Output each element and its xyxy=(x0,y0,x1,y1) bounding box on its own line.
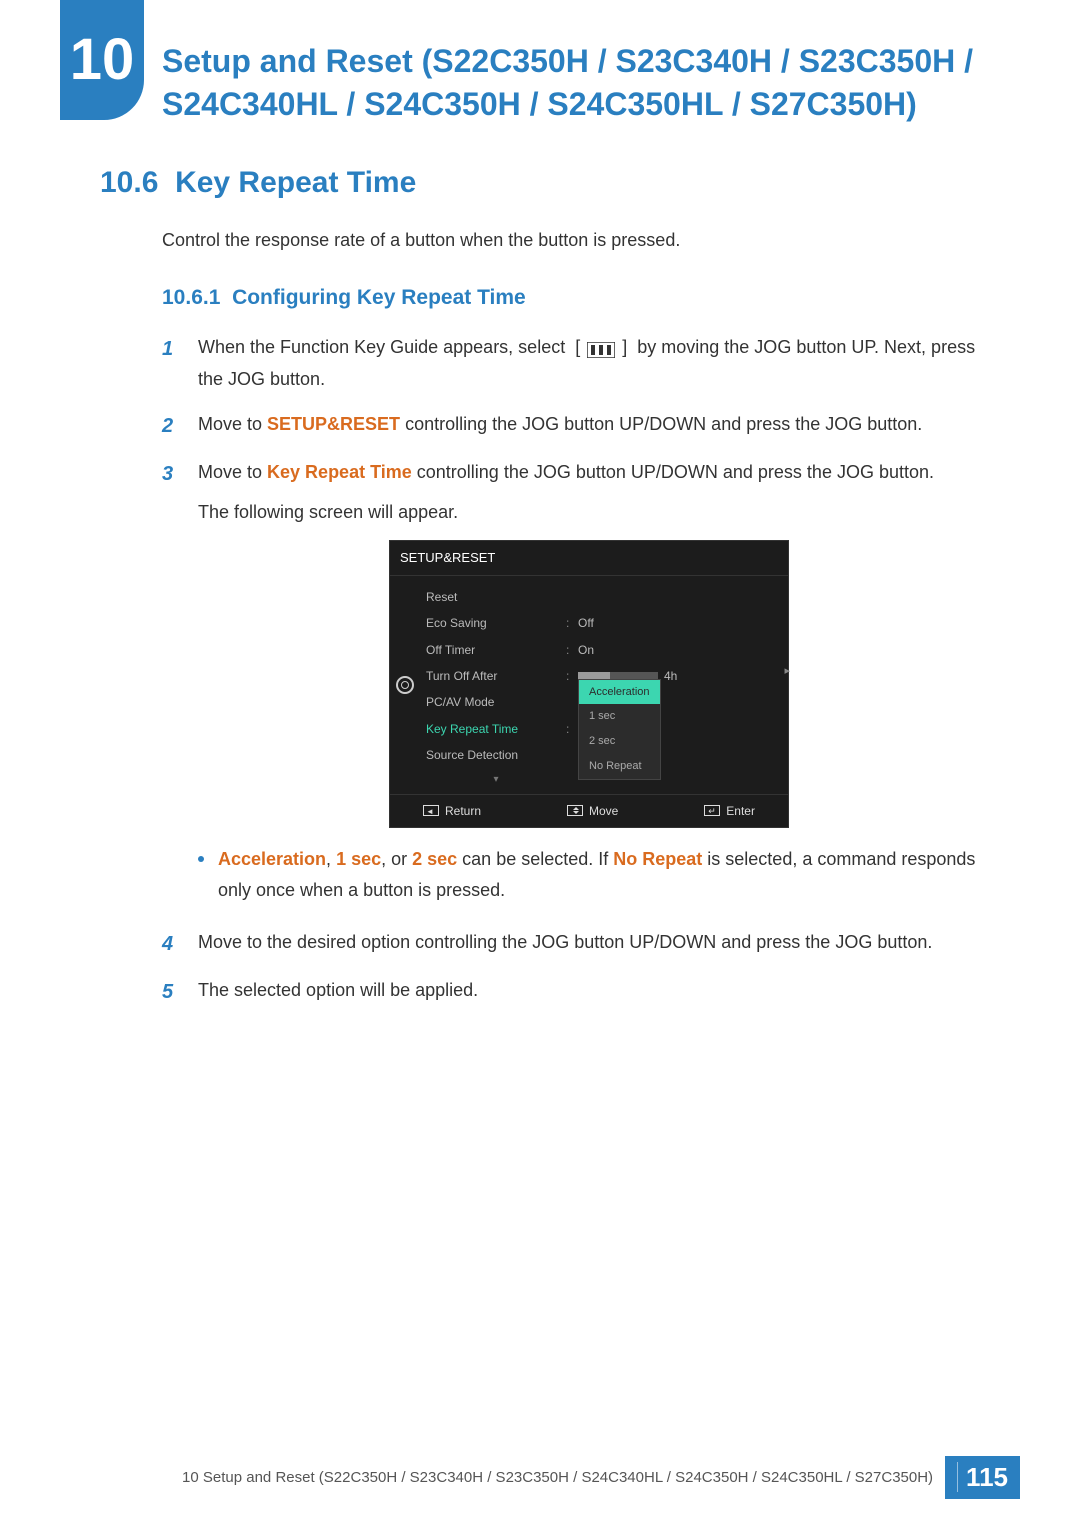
highlight-setupreset: SETUP&RESET xyxy=(267,414,400,434)
bullet-item: Acceleration, 1 sec, or 2 sec can be sel… xyxy=(198,844,980,905)
osd-option-norepeat: No Repeat xyxy=(579,754,660,779)
chapter-title: Setup and Reset (S22C350H / S23C340H / S… xyxy=(162,20,1020,126)
step-text: Move to xyxy=(198,414,267,434)
osd-value-offtimer: On xyxy=(578,640,782,660)
step-body: When the Function Key Guide appears, sel… xyxy=(198,332,980,394)
text: , xyxy=(326,849,336,869)
osd-footer: Return Move Enter xyxy=(390,794,788,827)
step-number: 1 xyxy=(162,332,180,394)
chapter-badge: 10 xyxy=(60,0,144,120)
bullet-icon xyxy=(198,856,204,862)
step-number: 5 xyxy=(162,975,180,1009)
step-body: Move to the desired option controlling t… xyxy=(198,927,980,961)
step-body: Move to SETUP&RESET controlling the JOG … xyxy=(198,409,980,443)
highlight-acceleration: Acceleration xyxy=(218,849,326,869)
step-5: 5 The selected option will be applied. xyxy=(162,975,980,1009)
step-text: When the Function Key Guide appears, sel… xyxy=(198,337,565,357)
move-icon xyxy=(567,805,583,816)
section-title: Key Repeat Time xyxy=(175,166,416,199)
chevron-right-icon: ▸ xyxy=(784,662,790,681)
text: , or xyxy=(381,849,412,869)
step-text: controlling the JOG button UP/DOWN and p… xyxy=(412,462,934,482)
step-1: 1 When the Function Key Guide appears, s… xyxy=(162,332,980,394)
osd-gear-column xyxy=(390,576,420,794)
osd-value-eco: Off xyxy=(578,613,782,633)
osd-item-eco: Eco Saving xyxy=(426,613,566,633)
osd-footer-return: Return xyxy=(445,801,481,821)
steps-list: 1 When the Function Key Guide appears, s… xyxy=(162,332,980,1009)
text: can be selected. If xyxy=(457,849,613,869)
step-number: 2 xyxy=(162,409,180,443)
page-footer: 10 Setup and Reset (S22C350H / S23C340H … xyxy=(0,1456,1080,1499)
subsection-heading: 10.6.1 Configuring Key Repeat Time xyxy=(162,286,1020,310)
highlight-1sec: 1 sec xyxy=(336,849,381,869)
highlight-keyrepeat: Key Repeat Time xyxy=(267,462,412,482)
osd-panel: SETUP&RESET Reset Eco Saving : Off xyxy=(389,540,789,828)
subsection-title: Configuring Key Repeat Time xyxy=(232,286,526,309)
step-body: Move to Key Repeat Time controlling the … xyxy=(198,457,980,914)
section-intro: Control the response rate of a button wh… xyxy=(162,230,1020,251)
subsection-number: 10.6.1 xyxy=(162,286,220,309)
chapter-header: 10 Setup and Reset (S22C350H / S23C340H … xyxy=(60,20,1020,126)
osd-title: SETUP&RESET xyxy=(390,541,788,576)
step-text: Move to xyxy=(198,462,267,482)
osd-item-offtimer: Off Timer xyxy=(426,640,566,660)
osd-option-2sec: 2 sec xyxy=(579,729,660,754)
osd-item-reset: Reset xyxy=(426,587,566,607)
osd-option-acceleration: Acceleration xyxy=(579,680,660,705)
osd-footer-enter: Enter xyxy=(726,801,755,821)
highlight-norepeat: No Repeat xyxy=(613,849,702,869)
page-number: 115 xyxy=(957,1462,1008,1492)
section-number: 10.6 xyxy=(100,166,158,199)
chevron-down-icon: ▾ xyxy=(426,769,566,788)
return-icon xyxy=(423,805,439,816)
page-number-badge: 115 xyxy=(945,1456,1020,1499)
osd-dropdown: Acceleration 1 sec 2 sec No Repeat xyxy=(578,679,661,780)
osd-menu: Reset Eco Saving : Off Off Timer : On xyxy=(420,576,788,794)
highlight-2sec: 2 sec xyxy=(412,849,457,869)
step-number: 3 xyxy=(162,457,180,914)
step-3: 3 Move to Key Repeat Time controlling th… xyxy=(162,457,980,914)
chapter-number: 10 xyxy=(70,31,135,89)
osd-item-turnoff: Turn Off After xyxy=(426,666,566,686)
menu-icon xyxy=(587,333,615,364)
section-heading: 10.6 Key Repeat Time xyxy=(100,166,1020,200)
gear-icon xyxy=(396,676,414,694)
step-text: The following screen will appear. xyxy=(198,497,980,528)
osd-item-pcav: PC/AV Mode xyxy=(426,692,566,712)
step-number: 4 xyxy=(162,927,180,961)
footer-text: 10 Setup and Reset (S22C350H / S23C340H … xyxy=(182,1469,933,1486)
enter-icon xyxy=(704,805,720,816)
osd-item-keyrepeat: Key Repeat Time xyxy=(426,719,566,739)
osd-value-turnoff: 4h xyxy=(664,666,677,686)
step-2: 2 Move to SETUP&RESET controlling the JO… xyxy=(162,409,980,443)
osd-item-source: Source Detection xyxy=(426,745,566,765)
step-text: controlling the JOG button UP/DOWN and p… xyxy=(400,414,922,434)
osd-option-1sec: 1 sec xyxy=(579,704,660,729)
step-body: The selected option will be applied. xyxy=(198,975,980,1009)
osd-footer-move: Move xyxy=(589,801,618,821)
bullet-text: Acceleration, 1 sec, or 2 sec can be sel… xyxy=(218,844,980,905)
step-4: 4 Move to the desired option controlling… xyxy=(162,927,980,961)
